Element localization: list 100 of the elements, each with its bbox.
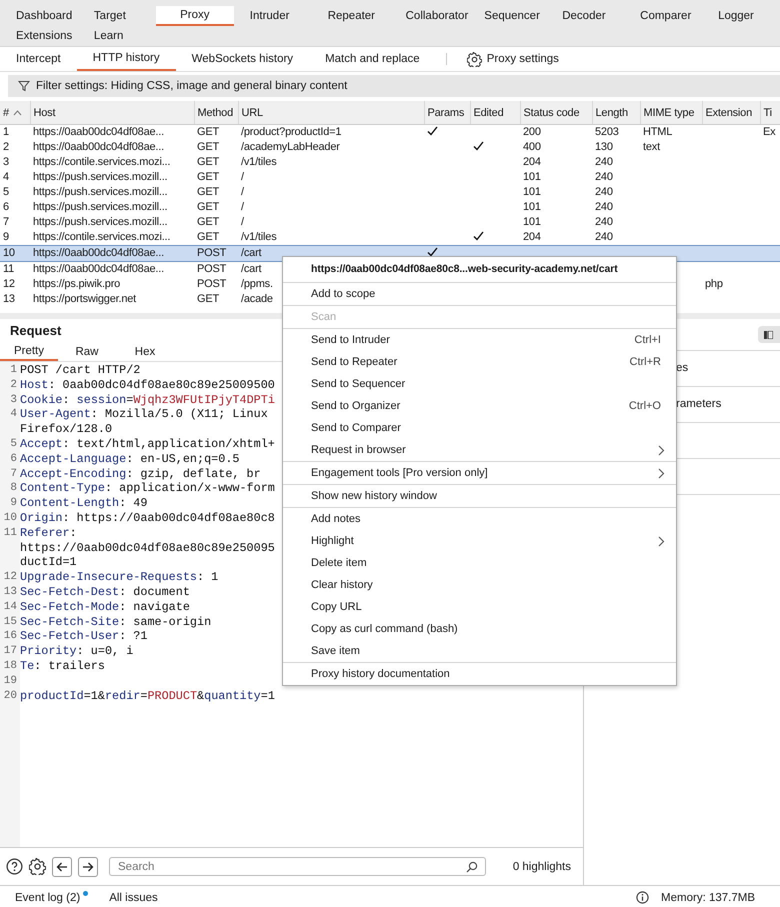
sub-tab[interactable]: Intercept	[0, 47, 77, 71]
main-tab[interactable]: Dashboard	[0, 6, 78, 26]
code-line: Te: trailers	[20, 658, 105, 674]
table-cell: GET	[197, 126, 220, 138]
table-cell: https://0aab00dc04df08ae...	[33, 141, 164, 153]
menu-item[interactable]: Proxy history documentation	[283, 662, 676, 685]
table-cell: 10	[3, 247, 15, 259]
main-tab[interactable]: Intruder	[234, 6, 312, 26]
table-cell: /academyLabHeader	[241, 141, 340, 153]
main-tab[interactable]: Sequencer	[468, 6, 546, 26]
table-cell: 9	[3, 231, 9, 243]
table-cell: 5203	[595, 126, 619, 138]
table-cell: https://ps.piwik.pro	[33, 278, 120, 290]
table-cell: https://contile.services.mozi...	[33, 231, 170, 243]
help-icon[interactable]	[6, 858, 23, 875]
column-header[interactable]: Params	[424, 101, 470, 124]
table-cell: https://0aab00dc04df08ae...	[33, 126, 164, 138]
code-line: Accept: text/html,application/xhtml+	[20, 436, 275, 452]
code-line: ductId=1	[20, 555, 77, 570]
menu-item[interactable]: Copy URL	[283, 596, 676, 618]
view-tab[interactable]: Hex	[116, 343, 174, 361]
code-line: Origin: https://0aab00dc04df08ae80c8	[20, 510, 275, 526]
event-log-link[interactable]: Event log (2)	[15, 892, 80, 904]
table-cell: POST	[197, 263, 226, 275]
main-tab[interactable]: Target	[78, 6, 156, 26]
code-line: Sec-Fetch-Mode: navigate	[20, 600, 190, 615]
line-number: 3	[10, 394, 17, 406]
table-cell: https://push.services.mozill...	[33, 201, 168, 213]
main-tab[interactable]: Collaborator	[390, 6, 468, 26]
table-cell: GET	[197, 171, 220, 183]
column-header[interactable]: URL	[238, 101, 424, 124]
main-tab[interactable]: Logger	[702, 6, 780, 26]
main-tab[interactable]: Learn	[78, 26, 156, 46]
menu-item[interactable]: Engagement tools [Pro version only]	[283, 461, 676, 484]
settings-icon[interactable]	[29, 858, 46, 875]
main-tab[interactable]: Proxy	[156, 6, 234, 26]
forward-button[interactable]	[78, 856, 98, 876]
menu-item[interactable]: Send to Intruder Ctrl+I	[283, 328, 676, 351]
menu-item[interactable]: Copy as curl command (bash)	[283, 618, 676, 640]
menu-item[interactable]: Save item	[283, 640, 676, 662]
menu-item[interactable]: Add notes	[283, 507, 676, 530]
code-line: Firefox/128.0	[20, 422, 112, 437]
menu-item[interactable]: Clear history	[283, 574, 676, 596]
column-header[interactable]: Host	[30, 101, 194, 124]
table-cell: 130	[595, 141, 613, 153]
memory-usage: Memory: 137.7MB	[661, 892, 755, 904]
column-header[interactable]: Ti	[760, 101, 780, 124]
main-tab[interactable]: Extensions	[0, 26, 78, 46]
table-cell: text	[643, 141, 660, 153]
filter-text: Filter settings: Hiding CSS, image and general binary content	[36, 80, 348, 92]
all-issues-link[interactable]: All issues	[109, 892, 158, 904]
columns-icon	[764, 330, 773, 338]
view-tab[interactable]: Raw	[58, 343, 116, 361]
table-cell: php	[705, 278, 723, 290]
proxy-settings-button[interactable]: Proxy settings	[456, 52, 569, 66]
panel-title: Request	[9, 322, 62, 338]
table-cell: 204	[523, 156, 541, 168]
table-cell: 1	[3, 126, 9, 138]
table-cell: 5	[3, 186, 9, 198]
menu-item[interactable]: Delete item	[283, 552, 676, 574]
line-number: 8	[10, 482, 17, 494]
sub-tab[interactable]: Match and replace	[309, 47, 436, 71]
code-line: User-Agent: Mozilla/5.0 (X11; Linux	[20, 407, 268, 422]
menu-item[interactable]: Add to scope	[283, 282, 676, 305]
menu-item[interactable]: Highlight	[283, 530, 676, 552]
search-field[interactable]: Search	[109, 857, 486, 876]
back-button[interactable]	[52, 856, 72, 876]
line-number: 15	[4, 616, 17, 628]
layout-toggle[interactable]	[758, 326, 780, 343]
column-header[interactable]: Extension	[702, 101, 760, 124]
filter-bar[interactable]: Filter settings: Hiding CSS, image and general binary content	[8, 75, 780, 97]
table-cell: 240	[595, 156, 613, 168]
sub-tab[interactable]: WebSockets history	[176, 47, 310, 71]
main-tab[interactable]: Repeater	[312, 6, 390, 26]
table-cell: 101	[523, 171, 541, 183]
code-line: Cookie: session=Wjqhz3WFUtIPjyT4DPTi	[20, 392, 275, 408]
column-header[interactable]: Status code	[520, 101, 592, 124]
line-number: 17	[4, 645, 17, 658]
table-cell: POST	[197, 278, 226, 290]
line-number: 9	[10, 497, 17, 510]
table-cell: /v1/tiles	[241, 156, 276, 168]
menu-item[interactable]: Show new history window	[283, 484, 676, 507]
line-number: 7	[10, 468, 17, 480]
code-line: Sec-Fetch-Dest: document	[20, 584, 190, 600]
column-header[interactable]: MIME type	[640, 101, 702, 124]
line-number: 6	[10, 452, 17, 465]
table-cell: https://0aab00dc04df08ae...	[33, 263, 164, 275]
main-tab[interactable]: Decoder	[546, 6, 624, 26]
sort-icon	[12, 110, 22, 116]
column-header[interactable]: #	[0, 101, 30, 124]
column-header[interactable]: Edited	[470, 101, 520, 124]
highlights-count: 0 highlights	[512, 860, 572, 872]
table-cell: GET	[197, 201, 220, 213]
column-header[interactable]: Method	[194, 101, 238, 124]
sub-tab[interactable]: HTTP history	[76, 47, 176, 71]
table-cell: 7	[3, 216, 9, 228]
column-header[interactable]: Length	[592, 101, 640, 124]
code-line: Accept-Language: en-US,en;q=0.5	[20, 452, 240, 467]
main-tab[interactable]: Comparer	[624, 6, 702, 26]
menu-item[interactable]: Request in browser	[283, 439, 676, 461]
